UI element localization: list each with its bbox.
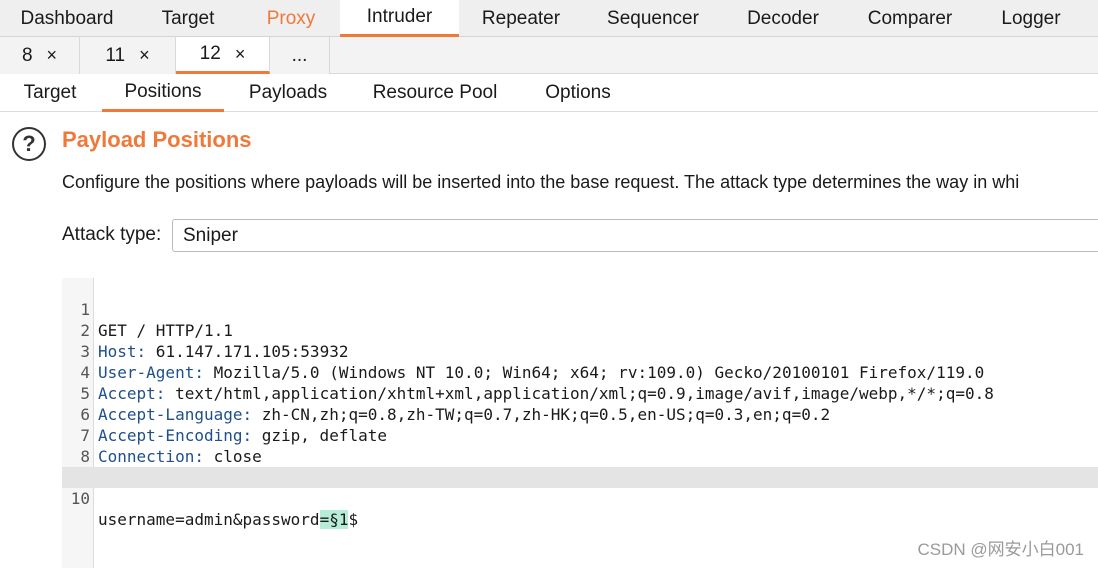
request-line[interactable]: 7 Connection: close: [62, 404, 1098, 466]
tab-repeater[interactable]: Repeater: [459, 0, 583, 37]
burp-window: Dashboard Target Proxy Intruder Repeater…: [0, 0, 1098, 568]
tab-target[interactable]: Target: [134, 0, 242, 37]
attack-tab-11[interactable]: 11 ×: [80, 37, 176, 74]
more-tabs-label: ...: [291, 44, 308, 66]
request-line[interactable]: 3 User-Agent: Mozilla/5.0 (Windows NT 10…: [62, 320, 1098, 382]
close-icon[interactable]: ×: [139, 45, 150, 66]
inner-tab-options[interactable]: Options: [528, 74, 628, 112]
body-text-end: $: [348, 510, 359, 529]
close-icon[interactable]: ×: [47, 45, 58, 66]
attack-type-select[interactable]: Sniper: [172, 219, 1098, 252]
request-line[interactable]: 6 Accept-Encoding: gzip, deflate: [62, 383, 1098, 445]
body-text: username=admin&password: [98, 510, 320, 529]
request-line[interactable]: 8 Upgrade-Insecure-Requests: 1: [62, 425, 1098, 487]
tab-comparer[interactable]: Comparer: [843, 0, 977, 37]
intruder-attack-tabs: 8 × 11 × 12 × ...: [0, 37, 1098, 74]
inner-tab-target[interactable]: Target: [0, 74, 100, 112]
tab-intruder[interactable]: Intruder: [340, 0, 459, 37]
new-attack-tab[interactable]: ...: [270, 37, 330, 74]
tab-logger[interactable]: Logger: [977, 0, 1085, 37]
payload-position-marker[interactable]: =§1: [319, 510, 349, 529]
main-tab-bar: Dashboard Target Proxy Intruder Repeater…: [0, 0, 1098, 37]
section-title: Payload Positions: [62, 127, 252, 152]
attack-tab-label: 11: [105, 44, 126, 66]
request-line[interactable]: 5 Accept-Language: zh-CN,zh;q=0.8,zh-TW;…: [62, 362, 1098, 424]
help-icon[interactable]: ?: [12, 127, 46, 161]
request-line-body[interactable]: 10 username=admin&password=§1$: [62, 467, 1098, 529]
tab-proxy[interactable]: Proxy: [242, 0, 340, 37]
line-number: 10: [70, 489, 90, 508]
tab-dashboard[interactable]: Dashboard: [0, 0, 134, 37]
close-icon[interactable]: ×: [235, 44, 246, 65]
attack-tab-8[interactable]: 8 ×: [0, 37, 80, 74]
request-editor[interactable]: 1 GET / HTTP/1.1 2 Host: 61.147.171.105:…: [62, 278, 1098, 568]
attack-tab-label: 8: [21, 44, 33, 66]
attack-type-value: Sniper: [183, 224, 238, 246]
attack-tab-label: 12: [199, 43, 221, 64]
tab-sequencer[interactable]: Sequencer: [583, 0, 723, 37]
request-line[interactable]: 1 GET / HTTP/1.1: [62, 278, 1098, 340]
request-line[interactable]: 2 Host: 61.147.171.105:53932: [62, 299, 1098, 361]
request-line[interactable]: 9: [62, 446, 1098, 487]
intruder-inner-tabs: Target Positions Payloads Resource Pool …: [0, 74, 1098, 112]
attack-tab-12[interactable]: 12 ×: [176, 37, 270, 74]
inner-tab-payloads[interactable]: Payloads: [230, 74, 346, 112]
request-line[interactable]: 4 Accept: text/html,application/xhtml+xm…: [62, 341, 1098, 403]
tab-decoder[interactable]: Decoder: [723, 0, 843, 37]
inner-tab-positions[interactable]: Positions: [102, 74, 224, 112]
section-description: Configure the positions where payloads w…: [62, 172, 1020, 192]
attack-type-label: Attack type:: [62, 224, 162, 245]
watermark: CSDN @网安小白001: [917, 540, 1084, 559]
inner-tab-resource-pool[interactable]: Resource Pool: [360, 74, 510, 112]
